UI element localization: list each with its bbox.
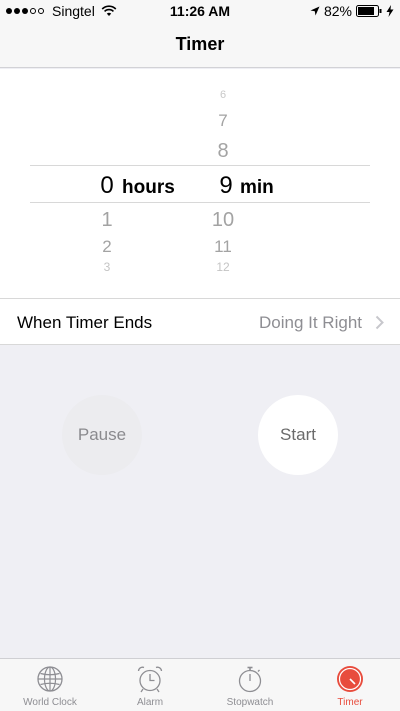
minutes-unit-label: min (240, 177, 274, 198)
hours-unit-label: hours (122, 177, 175, 198)
globe-icon (37, 666, 63, 692)
page-title: Timer (175, 34, 225, 54)
status-bar: Singtel 11:26 AM 82% (0, 0, 400, 22)
tab-label: Timer (337, 697, 363, 708)
hours-option[interactable]: 3 (82, 260, 132, 274)
navigation-bar: Timer (0, 22, 400, 68)
pause-button[interactable]: Pause (62, 395, 142, 475)
tab-timer[interactable]: Timer (300, 659, 400, 711)
tab-label: Stopwatch (226, 697, 274, 708)
chevron-right-icon (375, 315, 384, 330)
location-arrow-icon (310, 6, 320, 16)
minutes-option[interactable]: 11 (198, 237, 248, 257)
tab-stopwatch[interactable]: Stopwatch (200, 659, 300, 711)
start-button[interactable]: Start (258, 395, 338, 475)
minutes-option[interactable]: 10 (198, 209, 248, 232)
minutes-wheel[interactable]: 6 7 8 9 min 10 11 12 (198, 69, 298, 298)
tab-label: Alarm (136, 697, 164, 708)
minutes-option[interactable]: 12 (198, 260, 248, 274)
tab-label: World Clock (23, 697, 77, 708)
when-timer-ends-row[interactable]: When Timer Ends Doing It Right (0, 298, 400, 345)
minutes-option[interactable]: 8 (198, 140, 248, 163)
hours-option[interactable]: 1 (82, 209, 132, 232)
when-timer-ends-label: When Timer Ends (17, 313, 153, 332)
stopwatch-icon (238, 666, 262, 693)
alarm-clock-icon (137, 666, 163, 693)
timer-icon (337, 666, 363, 692)
charging-bolt-icon (386, 5, 394, 17)
hours-option[interactable]: 2 (82, 237, 132, 257)
battery-percent: 82% (323, 3, 352, 19)
minutes-option[interactable]: 6 (198, 89, 248, 101)
tab-alarm[interactable]: Alarm (100, 659, 200, 711)
timer-duration-picker[interactable]: 1 2 3 0 hours 6 7 8 9 min 10 11 12 (0, 69, 400, 298)
status-right: 82% (310, 3, 394, 19)
tab-bar: World Clock Alarm Stopwatch Timer (0, 658, 400, 711)
tab-world-clock[interactable]: World Clock (0, 659, 100, 711)
hours-wheel[interactable]: 1 2 3 0 hours (82, 69, 202, 298)
battery-icon (356, 5, 382, 17)
selected-sound-value: Doing It Right (259, 313, 362, 332)
minutes-option[interactable]: 7 (198, 111, 248, 131)
